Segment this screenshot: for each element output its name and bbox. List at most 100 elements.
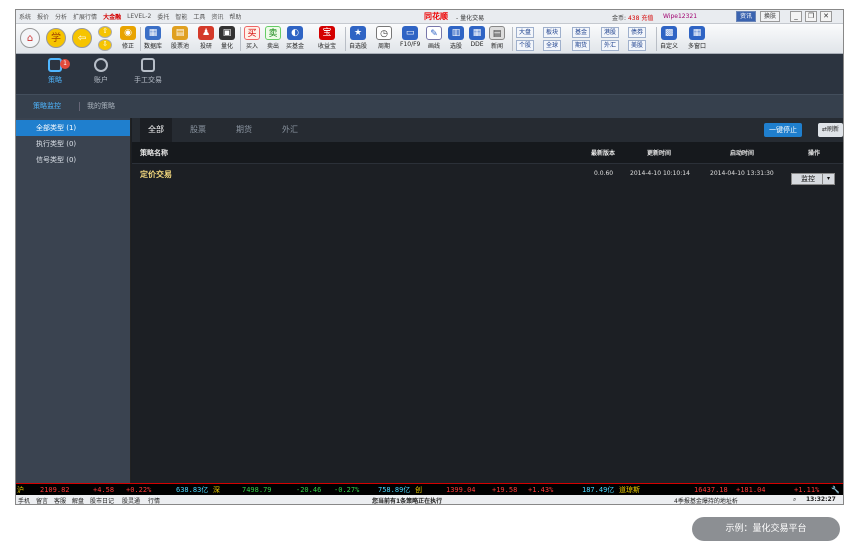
restore-button[interactable]: ❐ xyxy=(805,11,817,22)
menu-analysis[interactable]: 分析 xyxy=(52,12,70,21)
col-updated: 更新时间 xyxy=(647,150,672,157)
datalib-button[interactable]: ▦ 数据库 xyxy=(144,26,162,52)
tab-all[interactable]: 全部 xyxy=(140,118,172,142)
market-futures[interactable]: 期货 xyxy=(572,40,591,51)
strategy-started: 2014-04-10 13:31:30 xyxy=(710,170,774,177)
sh-value: 2109.82 xyxy=(40,485,70,494)
tab-futures[interactable]: 期货 xyxy=(228,118,260,142)
fund-icon: ◐ xyxy=(287,26,303,40)
home-icon[interactable]: ⌂ xyxy=(20,28,40,48)
market-hk[interactable]: 港股 xyxy=(601,27,620,38)
wrench-icon[interactable]: 🔧 xyxy=(831,486,840,494)
fix-button[interactable]: ◉ 修正 xyxy=(120,26,136,52)
news-button[interactable]: 资讯 xyxy=(736,11,757,22)
minimize-button[interactable]: _ xyxy=(790,11,802,22)
market-global[interactable]: 全球 xyxy=(543,40,562,51)
menu-info[interactable]: 资讯 xyxy=(208,12,226,21)
status-center-message: 您当前有1条策略正在执行 xyxy=(372,498,443,505)
sidebar-item-exec[interactable]: 执行类型 (0) xyxy=(16,136,130,152)
monitor-button[interactable]: 监控 ▾ xyxy=(791,173,835,185)
nav-account[interactable]: 账户 xyxy=(77,58,125,85)
market-bond[interactable]: 债券 xyxy=(628,27,647,38)
menu-level2[interactable]: LEVEL-2 xyxy=(124,13,154,20)
f10-button[interactable]: ▭ F10/F9 xyxy=(400,26,420,52)
skin-button[interactable]: 换肤 xyxy=(760,11,781,22)
nav-strategy[interactable]: 策略 1 xyxy=(31,58,79,85)
multi-window-icon: ▦ xyxy=(689,26,705,40)
status-diary[interactable]: 股市日记 xyxy=(90,496,114,504)
market-fund[interactable]: 基金 xyxy=(572,27,591,38)
research-button[interactable]: ♟ 投研 xyxy=(198,26,214,52)
menu-smart[interactable]: 智能 xyxy=(172,12,190,21)
monitor-icon xyxy=(141,58,155,72)
refresh-button[interactable]: ⇄刷新 xyxy=(817,123,843,137)
close-button[interactable]: ✕ xyxy=(820,11,832,22)
table-row[interactable]: 定价交易 0.0.60 2014-4-10 10:10:14 2014-04-1… xyxy=(132,164,843,188)
quant-button[interactable]: ▣ 量化 xyxy=(219,26,235,52)
stockpool-button[interactable]: ▤ 股票池 xyxy=(171,26,189,52)
status-mobile[interactable]: 手机 xyxy=(18,496,30,504)
tab-my-strategy[interactable]: 我的策略 xyxy=(87,101,115,111)
custom-button[interactable]: ▩ 自定义 xyxy=(660,26,678,52)
dj-pct: +1.11% xyxy=(794,485,820,494)
status-news[interactable]: 4季报基金爆持的地址析 xyxy=(674,496,738,504)
buy-fund-button[interactable]: ◐ 买基金 xyxy=(286,26,304,52)
multi-window-button[interactable]: ▦ 多窗口 xyxy=(688,26,706,52)
menu-quote[interactable]: 报价 xyxy=(34,12,52,21)
learn-icon[interactable]: 学 xyxy=(46,28,66,48)
caption-label: 示例：量化交易平台 xyxy=(692,517,840,541)
menu-system[interactable]: 系统 xyxy=(16,12,34,21)
status-analysis[interactable]: 解盘 xyxy=(72,496,84,504)
tab-stock[interactable]: 股票 xyxy=(182,118,214,142)
nav-manual-trade[interactable]: 手工交易 xyxy=(124,58,172,85)
stock-pick-button[interactable]: ▥ 选股 xyxy=(448,26,464,52)
sz-amount: 758.89亿 xyxy=(378,485,411,494)
sidebar-item-signal[interactable]: 信号类型 (0) xyxy=(16,152,130,168)
coins-value: 438 xyxy=(627,15,640,22)
market-bankuai[interactable]: 板块 xyxy=(543,27,562,38)
menu-extended[interactable]: 扩展行情 xyxy=(70,12,100,21)
market-forex[interactable]: 外汇 xyxy=(601,40,620,51)
yieldbao-button[interactable]: 宝收益宝 xyxy=(318,26,336,52)
market-dapan[interactable]: 大盘 xyxy=(516,27,535,38)
sidebar-item-all[interactable]: 全部类型 (1) xyxy=(16,120,130,136)
down-arrow-icon[interactable]: ⇩ xyxy=(98,39,112,51)
menu-order[interactable]: 委托 xyxy=(154,12,172,21)
sz-value: 7498.79 xyxy=(242,485,272,494)
coins-display: 金币: 438 充值 xyxy=(612,13,653,22)
username[interactable]: Wipe12321 xyxy=(663,13,697,20)
draw-line-button[interactable]: ✎ 画线 xyxy=(426,26,442,52)
recharge-link[interactable]: 充值 xyxy=(641,15,653,22)
dj-value: 16437.18 xyxy=(694,485,728,494)
strategy-name[interactable]: 定价交易 xyxy=(140,169,172,180)
up-arrow-icon[interactable]: ⇧ xyxy=(98,26,112,38)
sell-button[interactable]: 卖卖出 xyxy=(265,26,281,52)
news-tool-button[interactable]: ▤ 新闻 xyxy=(489,26,505,52)
app-window: 系统 报价 分析 扩展行情 大金融 LEVEL-2 委托 智能 工具 资讯 帮助… xyxy=(15,9,844,505)
status-message[interactable]: 留言 xyxy=(36,496,48,504)
menu-finance[interactable]: 大金融 xyxy=(100,12,124,21)
cycle-button[interactable]: ◷ 周期 xyxy=(376,26,392,52)
window-title: - 量化交易 xyxy=(456,15,485,22)
market-us[interactable]: 美股 xyxy=(628,40,647,51)
status-gulingtong[interactable]: 股灵通 xyxy=(122,496,140,504)
tab-forex[interactable]: 外汇 xyxy=(274,118,306,142)
status-service[interactable]: 客服 xyxy=(54,496,66,504)
tab-strategy-monitor[interactable]: 策略监控 xyxy=(33,101,61,111)
stop-all-button[interactable]: 一键停止 xyxy=(764,123,802,137)
status-quote[interactable]: 行情 xyxy=(148,496,160,504)
menu-tools[interactable]: 工具 xyxy=(190,12,208,21)
index-ticker: 沪 2109.82 +4.58 +0.22% 638.83亿 深 7498.79… xyxy=(16,483,843,495)
search-icon[interactable]: ⌕ xyxy=(793,496,796,504)
dde-button[interactable]: ▦ DDE xyxy=(469,26,485,52)
market-stock[interactable]: 个股 xyxy=(516,40,535,51)
watchlist-button[interactable]: ★ 自选股 xyxy=(349,26,367,52)
back-icon[interactable]: ⇦ xyxy=(72,28,92,48)
clock-icon: ◷ xyxy=(376,26,392,40)
cy-value: 1399.04 xyxy=(446,485,476,494)
chevron-down-icon[interactable]: ▾ xyxy=(822,174,834,184)
buy-button[interactable]: 买买入 xyxy=(244,26,260,52)
toolbar-divider xyxy=(512,27,513,51)
menu-help[interactable]: 帮助 xyxy=(226,12,244,21)
status-time: 13:32:27 xyxy=(806,496,836,503)
